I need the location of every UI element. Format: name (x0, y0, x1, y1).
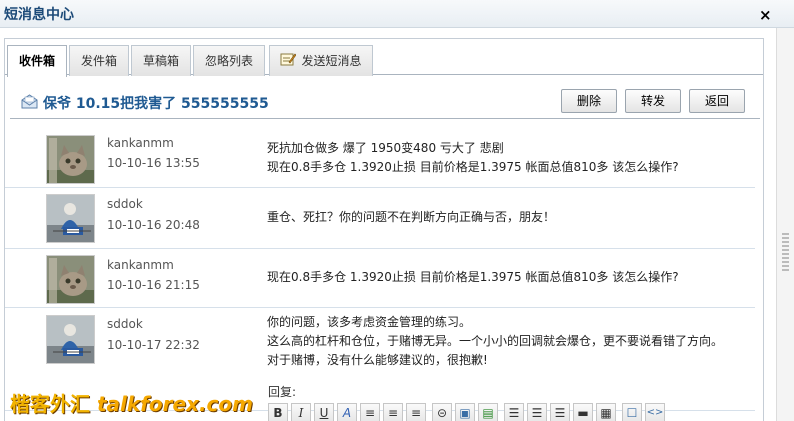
insert-media-icon[interactable]: ▤ (478, 403, 498, 421)
figure-avatar[interactable] (46, 194, 95, 243)
tab-label: 草稿箱 (142, 54, 179, 68)
message-sender[interactable]: sddok (107, 197, 143, 211)
header-divider (10, 118, 760, 119)
tab-ignore-list[interactable]: 忽略列表 (193, 45, 265, 76)
emoticon-icon[interactable]: ☐ (622, 403, 642, 421)
message-sender[interactable]: sddok (107, 317, 143, 331)
underline-icon[interactable]: U (314, 403, 334, 421)
message-content: 重仓、死扛？你的问题不在判断方向正确与否，朋友！ (267, 208, 555, 227)
image-icon[interactable]: ▣ (455, 403, 475, 421)
forward-button[interactable]: 转发 (625, 89, 681, 113)
message-line: 你的问题，该多考虑资金管理的练习。 (267, 315, 472, 329)
message-item: kankanmm 10-10-16 13:55 死抗加仓做多 爆了 1950变4… (5, 121, 755, 188)
font-color-icon[interactable]: A (337, 403, 357, 421)
message-content: 现在0.8手多仓 1.3920止损 目前价格是1.3975 帐面总值810多 该… (267, 268, 679, 287)
tab-inbox[interactable]: 收件箱 (7, 45, 67, 77)
message-line: 现在0.8手多仓 1.3920止损 目前价格是1.3975 帐面总值810多 该… (267, 270, 679, 284)
message-sender[interactable]: kankanmm (107, 136, 174, 150)
message-time: 10-10-16 21:15 (107, 278, 200, 292)
tab-label: 收件箱 (18, 54, 55, 68)
message-sender[interactable]: kankanmm (107, 258, 174, 272)
tab-drafts[interactable]: 草稿箱 (131, 45, 191, 76)
tab-label: 发件箱 (80, 54, 117, 68)
scrollbar[interactable] (776, 28, 794, 421)
message-panel: 收件箱 发件箱 草稿箱 忽略列表 发送短消息 保爷 10.15把我害了 5555… (4, 38, 764, 421)
tab-label: 忽略列表 (204, 54, 253, 68)
align-left-icon[interactable]: ≡ (360, 403, 380, 421)
envelope-icon (21, 94, 38, 112)
watermark-chinese: 楷客外汇 (10, 392, 90, 416)
window-titlebar: 短消息中心 × (0, 0, 794, 28)
message-content: 死抗加仓做多 爆了 1950变480 亏大了 悲剧 现在0.8手多仓 1.392… (267, 139, 679, 177)
table-icon[interactable]: ▦ (596, 403, 616, 421)
tab-bar: 收件箱 发件箱 草稿箱 忽略列表 发送短消息 (5, 43, 763, 77)
message-item: kankanmm 10-10-16 21:15 现在0.8手多仓 1.3920止… (5, 249, 755, 308)
close-icon[interactable]: × (759, 6, 772, 24)
message-time: 10-10-17 22:32 (107, 338, 200, 352)
scrollbar-grip[interactable] (782, 233, 789, 273)
cat-avatar[interactable] (46, 255, 95, 304)
code-icon[interactable]: <> (645, 403, 665, 421)
tab-outbox[interactable]: 发件箱 (69, 45, 129, 76)
message-content: 你的问题，该多考虑资金管理的练习。 这么高的杠杆和仓位，于赌博无异。一个小小的回… (267, 313, 723, 370)
quote-icon[interactable]: ▬ (573, 403, 593, 421)
tab-label: 发送短消息 (301, 54, 362, 68)
cat-avatar[interactable] (46, 135, 95, 184)
message-line: 这么高的杠杆和仓位，于赌博无异。一个小小的回调就会爆仓，更不要说看错了方向。 (267, 334, 724, 348)
message-line: 重仓、死扛？你的问题不在判断方向正确与否，朋友！ (267, 210, 556, 224)
unordered-list-icon[interactable]: ☰ (527, 403, 547, 421)
italic-icon[interactable]: I (291, 403, 311, 421)
align-right-icon[interactable]: ≡ (406, 403, 426, 421)
link-icon[interactable]: ⊝ (432, 403, 452, 421)
watermark-logo: 楷客外汇 talkforex.com (10, 388, 253, 417)
tab-send-message[interactable]: 发送短消息 (269, 45, 373, 76)
message-line: 死抗加仓做多 爆了 1950变480 亏大了 悲剧 (267, 141, 504, 155)
indent-icon[interactable]: ☰ (550, 403, 570, 421)
bold-icon[interactable]: B (268, 403, 288, 421)
align-center-icon[interactable]: ≡ (383, 403, 403, 421)
message-time: 10-10-16 20:48 (107, 218, 200, 232)
message-subject: 保爷 10.15把我害了 555555555 (43, 96, 269, 112)
message-line: 对于赌博，没有什么能够建议的，很抱歉! (267, 353, 488, 367)
delete-button[interactable]: 删除 (561, 89, 617, 113)
back-button[interactable]: 返回 (689, 89, 745, 113)
message-item: sddok 10-10-16 20:48 重仓、死扛？你的问题不在判断方向正确与… (5, 188, 755, 249)
message-line: 现在0.8手多仓 1.3920止损 目前价格是1.3975 帐面总值810多 该… (267, 160, 679, 174)
message-time: 10-10-16 13:55 (107, 156, 200, 170)
ordered-list-icon[interactable]: ☰ (504, 403, 524, 421)
compose-icon (280, 47, 297, 77)
figure-avatar[interactable] (46, 315, 95, 364)
watermark-site: talkforex.com (96, 392, 253, 416)
window-title: 短消息中心 (4, 7, 74, 23)
reply-label: 回复: (268, 385, 297, 399)
